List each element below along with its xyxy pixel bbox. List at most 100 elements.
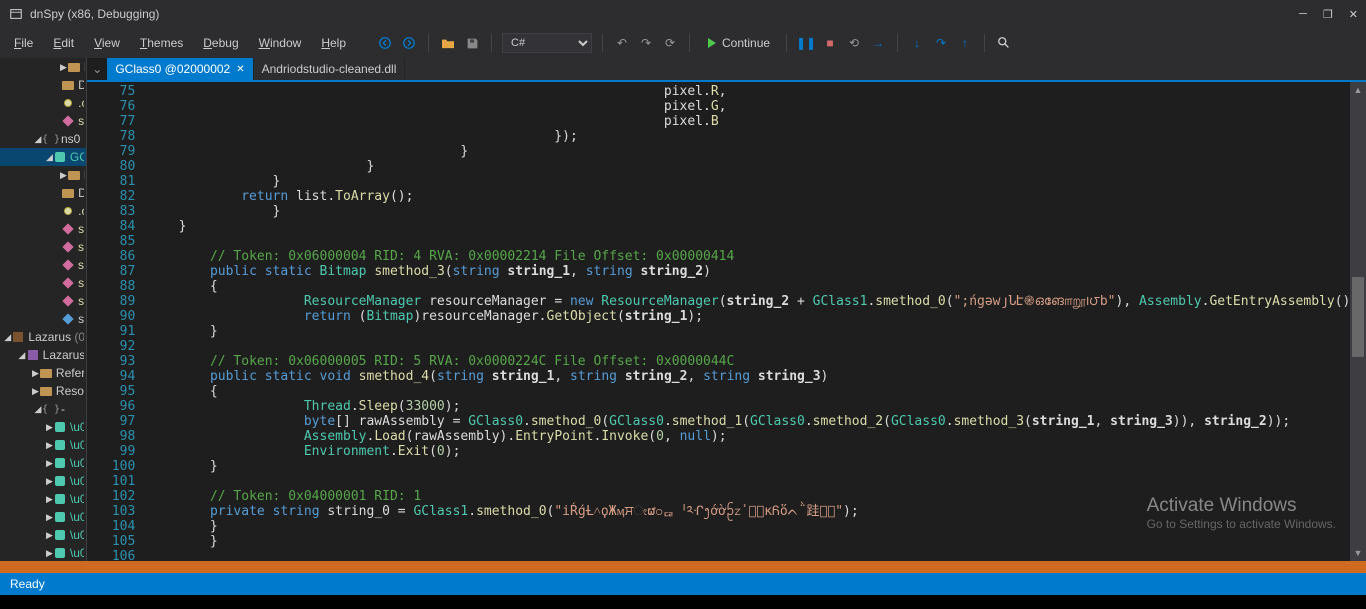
expand-icon[interactable]: ◢	[4, 332, 11, 343]
menu-debug[interactable]: Debug	[193, 32, 248, 54]
tree-node[interactable]: ▶\u0002 @020000	[0, 418, 86, 436]
code-viewport[interactable]: 7576777879808182838485868788899091929394…	[87, 82, 1366, 561]
tab[interactable]: Andriodstudio-cleaned.dll	[254, 58, 406, 80]
tree-node[interactable]: smethod_1(B	[0, 238, 86, 256]
expand-icon[interactable]: ▶	[60, 62, 67, 73]
nav-back-icon[interactable]	[376, 34, 394, 52]
redo-icon[interactable]: ↷	[637, 34, 655, 52]
refresh-icon[interactable]: ⟳	[661, 34, 679, 52]
class-icon	[53, 420, 67, 434]
tree-node[interactable]: Derived Type	[0, 184, 86, 202]
folder-icon	[39, 384, 53, 398]
tree-node[interactable]: ▶\u0006 @020000	[0, 544, 86, 561]
tree-node[interactable]: ◢{ }ns0	[0, 130, 86, 148]
continue-button[interactable]: Continue	[700, 34, 776, 52]
step-next-icon[interactable]: →	[869, 34, 887, 52]
expand-icon[interactable]: ▶	[46, 512, 53, 523]
expand-icon[interactable]: ◢	[18, 350, 26, 361]
language-select[interactable]: C#	[502, 33, 592, 53]
menu-themes[interactable]: Themes	[130, 32, 193, 54]
minimize-button[interactable]: ─	[1299, 8, 1307, 21]
expand-icon[interactable]: ▶	[46, 548, 53, 559]
node-label: smethod_0(s	[78, 114, 84, 128]
expand-icon[interactable]: ▶	[46, 458, 53, 469]
expand-icon[interactable]: ▶	[46, 440, 53, 451]
tree-node[interactable]: ◢Lazarus (0.0.0.0)	[0, 328, 86, 346]
scroll-up-arrow[interactable]: ▲	[1350, 82, 1366, 98]
scroll-thumb[interactable]	[1352, 277, 1364, 357]
node-label: GClass0 @02000	[70, 150, 84, 164]
save-icon[interactable]	[463, 34, 481, 52]
tree-node[interactable]: ▶ \u0002\u2001 @	[0, 454, 86, 472]
tab-bar: ⌄ GClass0 @02000002✕Andriodstudio-cleane…	[87, 58, 1366, 82]
vertical-scrollbar[interactable]: ▲ ▼	[1350, 82, 1366, 561]
tree-node[interactable]: smethod_4(s	[0, 292, 86, 310]
class-icon	[53, 492, 67, 506]
close-button[interactable]: ✕	[1349, 8, 1358, 21]
method-pink-icon	[61, 276, 75, 290]
node-label: \u0002\u2001 @	[70, 456, 84, 470]
menu-window[interactable]: Window	[249, 32, 312, 54]
class-icon	[53, 150, 67, 164]
search-icon[interactable]	[995, 34, 1013, 52]
tree-node[interactable]: string_0 : stri	[0, 310, 86, 328]
step-out-icon[interactable]: ↑	[956, 34, 974, 52]
tree-node[interactable]: ▶\u0003\u2000 @	[0, 490, 86, 508]
assembly-explorer[interactable]: ▶Base TypesDerived Type.ctor() : voidsme…	[0, 58, 87, 561]
expand-icon[interactable]: ◢	[46, 152, 53, 163]
expand-icon[interactable]: ▶	[32, 386, 39, 397]
tree-node[interactable]: smethod_3(s	[0, 274, 86, 292]
tree-node[interactable]: ▶References	[0, 364, 86, 382]
maximize-button[interactable]: ❐	[1323, 8, 1333, 21]
tab[interactable]: GClass0 @02000002✕	[107, 58, 253, 80]
expand-icon[interactable]: ▶	[46, 422, 53, 433]
tree-node[interactable]: ▶Base Types	[0, 166, 86, 184]
expand-icon[interactable]: ▶	[46, 476, 53, 487]
tree-node[interactable]: ▶\u0002\u2000 @	[0, 436, 86, 454]
tree-node[interactable]: .ctor() : void	[0, 94, 86, 112]
class-icon	[53, 456, 67, 470]
tree-node[interactable]: smethod_0(b	[0, 220, 86, 238]
horizontal-scrollbar[interactable]	[0, 561, 1366, 573]
method-icon	[61, 96, 75, 110]
code-content[interactable]: pixel.R, pixel.G, pixel.B	[147, 82, 1366, 561]
doc-well-menu-icon[interactable]: ⌄	[87, 58, 107, 80]
continue-label: Continue	[722, 36, 770, 50]
open-icon[interactable]	[439, 34, 457, 52]
tree-node[interactable]: smethod_0(s	[0, 112, 86, 130]
tree-node[interactable]: ▶\u0005<\u0005>	[0, 508, 86, 526]
tree-node[interactable]: Derived Type	[0, 76, 86, 94]
pause-icon[interactable]: ❚❚	[797, 34, 815, 52]
menu-edit[interactable]: Edit	[43, 32, 84, 54]
expand-icon[interactable]: ▶	[60, 170, 67, 181]
node-label: string_0 : stri	[78, 312, 84, 326]
menubar: FileEditViewThemesDebugWindowHelp C# ↶ ↷…	[0, 28, 1366, 58]
tree-node[interactable]: ◢{ }-	[0, 400, 86, 418]
expand-icon[interactable]: ▶	[46, 530, 53, 541]
nav-forward-icon[interactable]	[400, 34, 418, 52]
expand-icon[interactable]: ▶	[32, 368, 39, 379]
restart-icon[interactable]: ⟲	[845, 34, 863, 52]
folder-icon	[39, 366, 53, 380]
tree-node[interactable]: ▶Base Types	[0, 58, 86, 76]
menu-file[interactable]: File	[4, 32, 43, 54]
expand-icon[interactable]: ▶	[46, 494, 53, 505]
menu-help[interactable]: Help	[311, 32, 356, 54]
tree-node[interactable]: ◢ GClass0 @02000	[0, 148, 86, 166]
step-over-icon[interactable]: ↷	[932, 34, 950, 52]
node-label: \u0005\u2000 @	[70, 528, 84, 542]
method-pink-icon	[61, 294, 75, 308]
undo-icon[interactable]: ↶	[613, 34, 631, 52]
step-into-icon[interactable]: ↓	[908, 34, 926, 52]
scroll-down-arrow[interactable]: ▼	[1350, 545, 1366, 561]
tree-node[interactable]: ▶\u0003 @020000	[0, 472, 86, 490]
tree-node[interactable]: ▶Resources	[0, 382, 86, 400]
stop-icon[interactable]: ■	[821, 34, 839, 52]
tree-node[interactable]: smethod_2(B	[0, 256, 86, 274]
menu-view[interactable]: View	[84, 32, 130, 54]
tab-close-icon[interactable]: ✕	[236, 64, 244, 75]
tree-node[interactable]: ◢Lazarus.exe	[0, 346, 86, 364]
class-icon	[53, 438, 67, 452]
tree-node[interactable]: ▶ \u0005\u2000 @	[0, 526, 86, 544]
tree-node[interactable]: .ctor() : void	[0, 202, 86, 220]
